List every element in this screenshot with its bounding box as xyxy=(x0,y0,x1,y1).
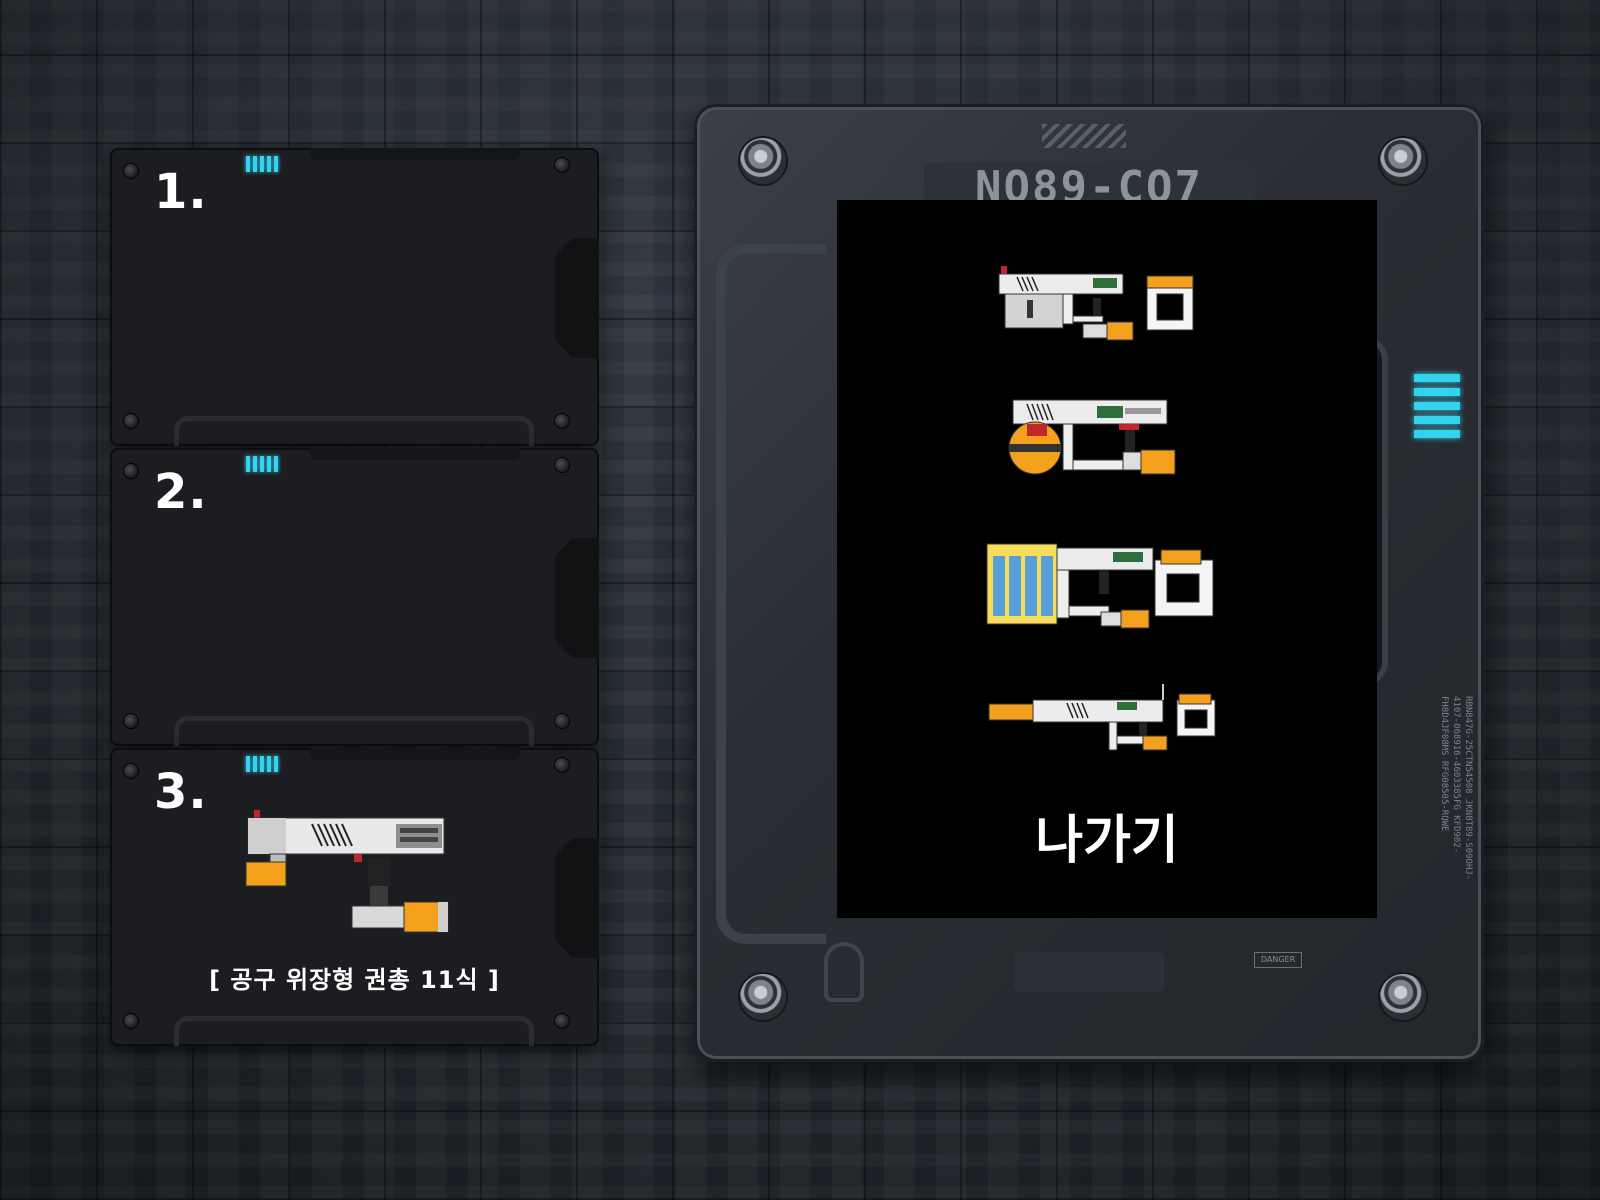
slot-tab xyxy=(310,148,520,160)
bolt-icon xyxy=(1380,974,1426,1020)
tool-pistol-icon xyxy=(245,810,449,933)
screw-icon xyxy=(124,714,138,728)
item-name-label: [ 공구 위장형 권총 11식 ] xyxy=(209,966,500,994)
weapon-option-1[interactable] xyxy=(837,264,1377,364)
screw-icon xyxy=(124,164,138,178)
slot-number: 3. xyxy=(154,764,208,820)
screw-icon xyxy=(124,464,138,478)
weapon-select-screen: 나가기 xyxy=(837,200,1377,918)
led-indicator-icon xyxy=(246,756,278,772)
weapon-terminal: NO89-CO7 RBN847G-25CTN54508 JKN8T89-S09O… xyxy=(694,104,1484,1062)
screw-icon xyxy=(555,758,569,772)
slot-handle xyxy=(174,716,534,746)
weapon-3-icon xyxy=(986,543,1214,629)
screw-icon xyxy=(124,1014,138,1028)
inventory-slot-3[interactable]: 3. [ 공구 위장형 권총 11식 ] xyxy=(110,748,599,1046)
bolt-icon xyxy=(1380,138,1426,184)
bolt-icon xyxy=(740,974,786,1020)
screw-icon xyxy=(124,414,138,428)
screw-icon xyxy=(555,1014,569,1028)
slot-number: 1. xyxy=(154,164,208,220)
hazard-stripes xyxy=(1042,124,1126,148)
screw-icon xyxy=(555,414,569,428)
screw-icon xyxy=(555,714,569,728)
slot-number: 2. xyxy=(154,464,208,520)
led-indicator-icon xyxy=(246,156,278,172)
weapon-option-3[interactable] xyxy=(837,540,1377,640)
weapon-2-icon xyxy=(1008,399,1176,475)
bottom-port xyxy=(1014,952,1164,992)
slot-tab xyxy=(310,448,520,460)
weapon-4-icon xyxy=(988,684,1216,751)
screw-icon xyxy=(555,158,569,172)
bolt-icon xyxy=(740,138,786,184)
slot-tab xyxy=(310,748,520,760)
inventory-slot-2[interactable]: 2. xyxy=(110,448,599,746)
weapon-option-4[interactable] xyxy=(837,680,1377,780)
danger-label: DANGER xyxy=(1254,952,1302,968)
exit-button[interactable]: 나가기 xyxy=(837,798,1377,873)
serial-text: RBN847G-25CTN54508 JKN8T89-S09OHJ-4107-0… xyxy=(1439,696,1473,881)
weapon-1-icon xyxy=(998,266,1194,341)
weapon-option-2[interactable] xyxy=(837,398,1377,498)
screw-icon xyxy=(555,458,569,472)
slot-handle xyxy=(174,1016,534,1046)
keyhole-icon xyxy=(824,942,864,1002)
screw-icon xyxy=(124,764,138,778)
led-indicator-icon xyxy=(1414,374,1460,438)
led-indicator-icon xyxy=(246,456,278,472)
inventory-slot-1[interactable]: 1. xyxy=(110,148,599,446)
slot-handle xyxy=(174,416,534,446)
